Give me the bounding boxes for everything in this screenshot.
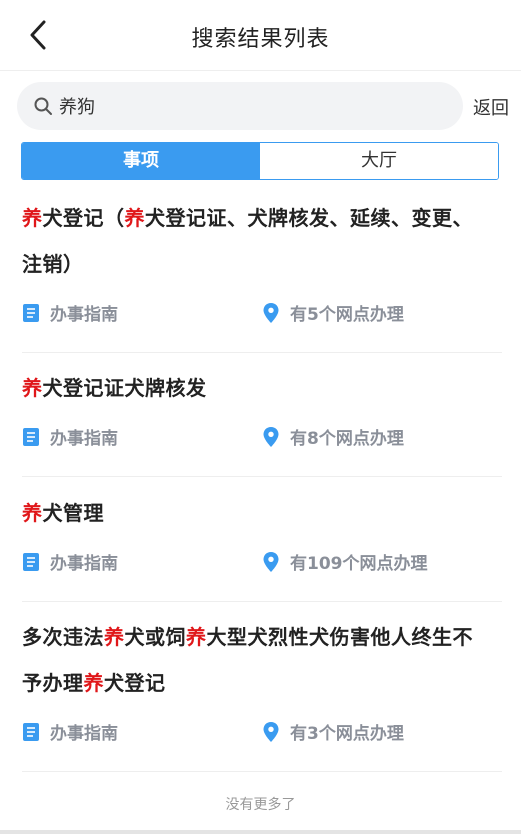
result-item[interactable]: 养犬管理 办事指南 有109个网点办理	[22, 490, 502, 579]
title-text: 多次违法	[22, 625, 104, 649]
keyword-highlight: 养	[22, 501, 43, 525]
outlets-label: 有109个网点办理	[290, 554, 428, 574]
location-pin-icon	[263, 302, 279, 323]
result-meta: 办事指南 有8个网点办理	[22, 424, 502, 454]
guide-label: 办事指南	[50, 429, 118, 449]
search-box[interactable]	[17, 82, 463, 130]
keyword-highlight: 养	[22, 206, 43, 230]
result-title-line: 予办理养犬登记	[22, 660, 502, 706]
keyword-highlight: 养	[22, 376, 43, 400]
result-item[interactable]: 养犬登记（养犬登记证、犬牌核发、延续、变更、 注销） 办事指南 有5个网点办理	[22, 195, 502, 330]
title-text: 犬或饲	[124, 625, 186, 649]
result-title-line: 注销）	[22, 241, 502, 287]
keyword-highlight: 养	[124, 206, 145, 230]
document-icon	[23, 427, 39, 446]
search-icon	[34, 97, 52, 115]
result-title[interactable]: 养犬登记（养犬登记证、犬牌核发、延续、变更、 注销）	[22, 195, 502, 287]
no-more-text: 没有更多了	[225, 797, 296, 813]
location-pin-icon	[263, 551, 279, 572]
tab-halls[interactable]: 大厅	[260, 143, 498, 179]
document-icon	[23, 303, 39, 322]
result-meta: 办事指南 有3个网点办理	[22, 719, 502, 749]
result-title-line: 多次违法养犬或饲养大型犬烈性犬伤害他人终生不	[22, 614, 502, 660]
title-text: 予办理	[22, 671, 84, 695]
keyword-highlight: 养	[104, 625, 125, 649]
keyword-highlight: 养	[186, 625, 207, 649]
location-pin-icon	[263, 426, 279, 447]
outlets-link[interactable]: 有5个网点办理	[262, 300, 404, 325]
outlets-link[interactable]: 有109个网点办理	[262, 549, 428, 574]
document-icon	[23, 722, 39, 741]
guide-label: 办事指南	[50, 724, 118, 744]
tab-bar: 事项 大厅	[21, 142, 499, 180]
guide-label: 办事指南	[50, 554, 118, 574]
outlets-label: 有3个网点办理	[290, 724, 404, 744]
guide-link[interactable]: 办事指南	[22, 300, 118, 325]
divider	[22, 771, 502, 772]
guide-link[interactable]: 办事指南	[22, 719, 118, 744]
result-title-line: 养犬管理	[22, 490, 502, 536]
divider	[22, 601, 502, 602]
title-text: 犬登记证、犬牌核发、延续、变更、	[145, 206, 473, 230]
bottom-divider	[0, 830, 521, 834]
result-meta: 办事指南 有109个网点办理	[22, 549, 502, 579]
return-link[interactable]: 返回	[473, 94, 509, 120]
keyword-highlight: 养	[83, 671, 104, 695]
divider	[22, 352, 502, 353]
result-item[interactable]: 多次违法养犬或饲养大型犬烈性犬伤害他人终生不 予办理养犬登记 办事指南 有3个网…	[22, 614, 502, 749]
result-title[interactable]: 多次违法养犬或饲养大型犬烈性犬伤害他人终生不 予办理养犬登记	[22, 614, 502, 706]
document-icon	[23, 552, 39, 571]
result-title-line: 养犬登记（养犬登记证、犬牌核发、延续、变更、	[22, 195, 502, 241]
result-item[interactable]: 养犬登记证犬牌核发 办事指南 有8个网点办理	[22, 365, 502, 454]
result-title[interactable]: 养犬管理	[22, 490, 502, 536]
search-row: 返回	[0, 82, 521, 130]
title-text: 大型犬烈性犬伤害他人终生不	[206, 625, 473, 649]
outlets-label: 有5个网点办理	[290, 305, 404, 325]
title-text: 注销）	[22, 252, 84, 276]
title-text: 犬登记（	[42, 206, 125, 230]
guide-link[interactable]: 办事指南	[22, 549, 118, 574]
outlets-label: 有8个网点办理	[290, 429, 404, 449]
page-title: 搜索结果列表	[191, 27, 330, 52]
header-bar: 搜索结果列表	[0, 0, 521, 71]
search-input[interactable]	[59, 89, 449, 123]
result-meta: 办事指南 有5个网点办理	[22, 300, 502, 330]
divider	[22, 476, 502, 477]
outlets-link[interactable]: 有8个网点办理	[262, 424, 404, 449]
title-text: 犬管理	[42, 501, 104, 525]
location-pin-icon	[263, 721, 279, 742]
tab-matters[interactable]: 事项	[22, 143, 260, 179]
title-text: 犬登记证犬牌核发	[42, 376, 207, 400]
title-text: 犬登记	[104, 671, 166, 695]
result-title-line: 养犬登记证犬牌核发	[22, 365, 502, 411]
guide-link[interactable]: 办事指南	[22, 424, 118, 449]
guide-label: 办事指南	[50, 305, 118, 325]
outlets-link[interactable]: 有3个网点办理	[262, 719, 404, 744]
result-title[interactable]: 养犬登记证犬牌核发	[22, 365, 502, 411]
